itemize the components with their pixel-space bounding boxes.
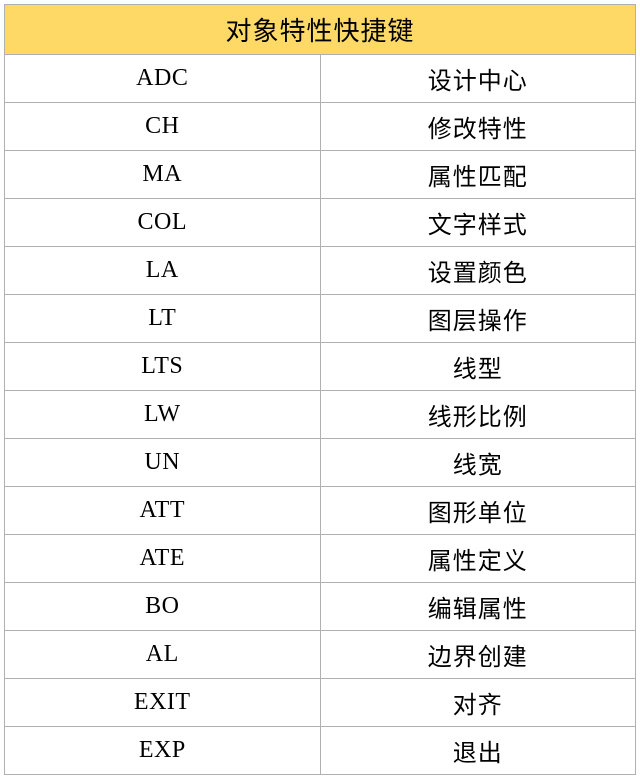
shortcut-cell: ADC [5,55,321,103]
description-cell: 退出 [320,727,636,775]
description-cell: 线形比例 [320,391,636,439]
description-cell: 文字样式 [320,199,636,247]
description-cell: 设计中心 [320,55,636,103]
table-row: LTS线型 [5,343,636,391]
shortcut-cell: COL [5,199,321,247]
table-row: AL边界创建 [5,631,636,679]
description-cell: 图形单位 [320,487,636,535]
table-row: EXP退出 [5,727,636,775]
table-row: UN线宽 [5,439,636,487]
table-row: LW线形比例 [5,391,636,439]
table-row: LA设置颜色 [5,247,636,295]
description-cell: 图层操作 [320,295,636,343]
description-cell: 边界创建 [320,631,636,679]
description-cell: 对齐 [320,679,636,727]
table-row: BO编辑属性 [5,583,636,631]
shortcut-cell: CH [5,103,321,151]
shortcut-cell: LT [5,295,321,343]
table-row: MA属性匹配 [5,151,636,199]
table-row: CH修改特性 [5,103,636,151]
shortcut-cell: LA [5,247,321,295]
shortcut-cell: BO [5,583,321,631]
table-row: EXIT对齐 [5,679,636,727]
shortcut-cell: EXIT [5,679,321,727]
shortcut-cell: LTS [5,343,321,391]
table-row: LT图层操作 [5,295,636,343]
description-cell: 设置颜色 [320,247,636,295]
shortcut-cell: ATE [5,535,321,583]
table-row: COL文字样式 [5,199,636,247]
shortcut-table: 对象特性快捷键 ADC设计中心CH修改特性MA属性匹配COL文字样式LA设置颜色… [4,4,636,775]
shortcut-cell: UN [5,439,321,487]
shortcut-cell: LW [5,391,321,439]
description-cell: 线宽 [320,439,636,487]
table-header-row: 对象特性快捷键 [5,5,636,55]
shortcut-cell: AL [5,631,321,679]
description-cell: 编辑属性 [320,583,636,631]
description-cell: 线型 [320,343,636,391]
description-cell: 修改特性 [320,103,636,151]
table-row: ADC设计中心 [5,55,636,103]
description-cell: 属性定义 [320,535,636,583]
shortcut-cell: MA [5,151,321,199]
table-row: ATE属性定义 [5,535,636,583]
description-cell: 属性匹配 [320,151,636,199]
table-row: ATT图形单位 [5,487,636,535]
shortcut-cell: ATT [5,487,321,535]
shortcut-cell: EXP [5,727,321,775]
table-title: 对象特性快捷键 [5,5,636,55]
